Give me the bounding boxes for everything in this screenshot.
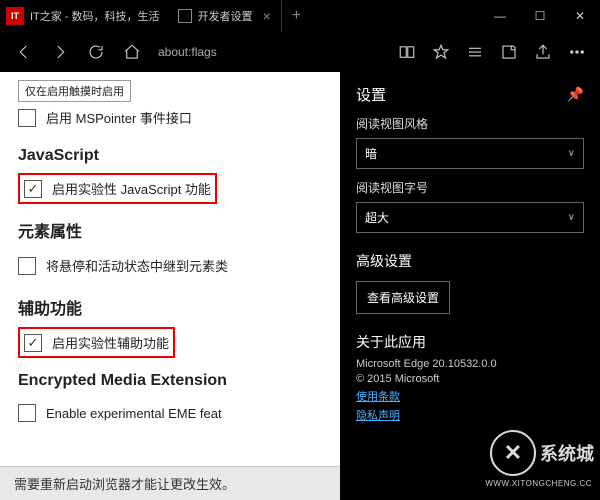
- pin-icon[interactable]: 📌: [567, 86, 584, 103]
- tab-title: 开发者设置: [198, 8, 253, 24]
- webnote-button[interactable]: [492, 32, 526, 72]
- checkbox-eme[interactable]: [18, 404, 36, 422]
- checkbox-mspointer[interactable]: [18, 109, 36, 127]
- label-reading-style: 阅读视图风格: [356, 115, 584, 132]
- watermark-text: 系统城: [540, 440, 594, 466]
- link-privacy[interactable]: 隐私声明: [356, 407, 584, 423]
- chevron-down-icon: ∨: [568, 148, 575, 159]
- window-close-button[interactable]: ✕: [560, 0, 600, 32]
- flag-label: 将悬停和活动状态中继到元素类: [46, 256, 228, 275]
- section-about: 关于此应用: [356, 332, 584, 352]
- checkbox-js-experimental[interactable]: [24, 180, 42, 198]
- select-value: 超大: [365, 209, 389, 226]
- label-reading-size: 阅读视图字号: [356, 179, 584, 196]
- back-button[interactable]: [6, 32, 42, 72]
- about-version: Microsoft Edge 20.10532.0.0: [356, 358, 584, 370]
- home-button[interactable]: [114, 32, 150, 72]
- watermark: ✕ 系统城: [490, 430, 594, 476]
- hub-button[interactable]: [458, 32, 492, 72]
- site-badge: IT: [6, 7, 24, 25]
- settings-title: 设置: [356, 84, 386, 105]
- flag-row: 启用实验性 JavaScript 功能: [24, 177, 211, 200]
- site-title: IT之家 - 数码，科技，生活: [30, 8, 160, 24]
- flag-row: 启用实验性辅助功能: [24, 331, 169, 354]
- more-button[interactable]: [560, 32, 594, 72]
- flag-label: 启用实验性辅助功能: [52, 333, 169, 352]
- checkbox-accessibility-experimental[interactable]: [24, 334, 42, 352]
- chevron-down-icon: ∨: [568, 212, 575, 223]
- watermark-url: WWW.XITONGCHENG.CC: [485, 479, 592, 488]
- banner-text: 需要重新启动浏览器才能让更改生效。: [14, 474, 235, 493]
- share-button[interactable]: [526, 32, 560, 72]
- select-reading-size[interactable]: 超大 ∨: [356, 202, 584, 233]
- new-tab-button[interactable]: +: [282, 7, 311, 25]
- reading-view-button[interactable]: [390, 32, 424, 72]
- refresh-button[interactable]: [78, 32, 114, 72]
- watermark-logo: ✕: [490, 430, 536, 476]
- select-reading-style[interactable]: 暗 ∨: [356, 138, 584, 169]
- link-terms[interactable]: 使用条款: [356, 388, 584, 404]
- checkbox-element-relay[interactable]: [18, 257, 36, 275]
- view-advanced-button[interactable]: 查看高级设置: [356, 281, 450, 314]
- tab-close-button[interactable]: ×: [263, 8, 271, 24]
- forward-button[interactable]: [42, 32, 78, 72]
- select-value: 暗: [365, 145, 377, 162]
- title-bar: IT IT之家 - 数码，科技，生活 开发者设置 × + — ☐ ✕: [0, 0, 600, 32]
- address-bar[interactable]: about:flags: [150, 45, 390, 59]
- flag-label: 启用实验性 JavaScript 功能: [52, 179, 211, 198]
- nav-bar: about:flags: [0, 32, 600, 72]
- about-copyright: © 2015 Microsoft: [356, 373, 584, 385]
- flag-label: Enable experimental EME feat: [46, 406, 222, 421]
- highlight-box: 启用实验性辅助功能: [18, 327, 175, 358]
- highlight-box: 启用实验性 JavaScript 功能: [18, 173, 217, 204]
- settings-header: 设置 📌: [356, 84, 584, 105]
- window-minimize-button[interactable]: —: [480, 0, 520, 32]
- tab-favicon: [178, 9, 192, 23]
- partial-row: 仅在启用触摸时启用: [18, 80, 131, 102]
- flag-label: 启用 MSPointer 事件接口: [46, 108, 192, 127]
- window-maximize-button[interactable]: ☐: [520, 0, 560, 32]
- section-advanced: 高级设置: [356, 251, 584, 271]
- browser-tab[interactable]: 开发者设置 ×: [168, 0, 282, 32]
- favorite-button[interactable]: [424, 32, 458, 72]
